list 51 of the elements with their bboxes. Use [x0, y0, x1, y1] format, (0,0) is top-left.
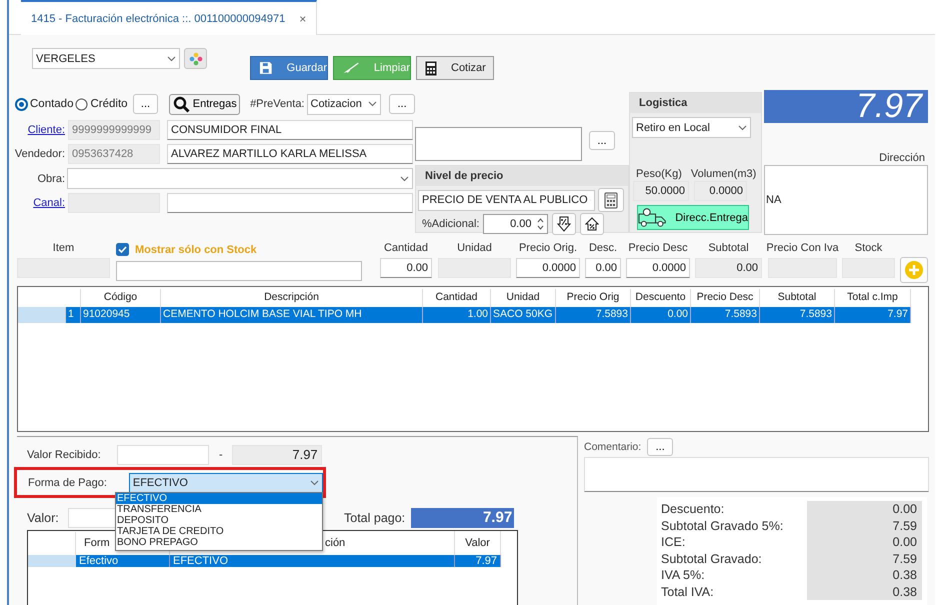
column-label: Stock: [854, 242, 882, 254]
presale-label: #PreVenta:: [250, 98, 304, 110]
volume-label: Volumen(m3): [690, 168, 756, 180]
total-paid-display: 7.97: [411, 508, 514, 528]
column-label: Cantidad: [384, 242, 428, 254]
minus-sign: -: [219, 448, 223, 460]
table-cell: Efectivo: [76, 555, 170, 567]
table-cell: 0.00: [631, 307, 691, 323]
column-label: Subtotal: [708, 242, 749, 254]
table-cell: 91020945: [81, 307, 161, 323]
total-value: 0.38: [807, 584, 922, 600]
row-number: 1: [66, 307, 81, 323]
total-value: 0.00: [807, 501, 922, 518]
surcharge-label: %Adicional:: [422, 218, 480, 230]
table-cell: 7.97: [835, 307, 911, 323]
total-value: 0.00: [807, 534, 922, 550]
column-label: Unidad: [457, 242, 492, 254]
total-display: 7.97: [764, 90, 928, 123]
total-label: ICE:: [661, 534, 686, 550]
payment-method-label: Forma de Pago:: [28, 476, 107, 488]
table-cell: 7.5893: [556, 307, 631, 323]
column-label: Precio Orig.: [518, 242, 578, 254]
table-cell: CEMENTO HOLCIM BASE VIAL TIPO MH: [161, 307, 423, 323]
total-label: Total IVA:: [661, 584, 715, 600]
address-label: Dirección: [878, 152, 925, 165]
total-label: Subtotal Gravado 5%:: [661, 518, 784, 534]
total-label: Subtotal Gravado:: [661, 550, 763, 567]
table-cell: 7.5893: [691, 307, 760, 323]
amount-label: Valor:: [27, 511, 60, 525]
comment-label: Comentario:: [584, 441, 642, 453]
total-paid-label: Total pago:: [344, 511, 406, 525]
item-label: Item: [52, 242, 74, 254]
panel-title: Nivel de precio: [416, 166, 628, 186]
received-label: Valor Recibido:: [27, 448, 102, 460]
table-cell: 1.00: [423, 307, 491, 323]
weight-label: Peso(Kg): [636, 168, 682, 180]
table-cell: SACO 50KG: [491, 307, 556, 323]
column-label: Desc.: [588, 242, 618, 254]
seller-label: Vendedor:: [14, 148, 65, 160]
total-label: Descuento:: [661, 501, 726, 518]
table-cell: 7.97: [455, 555, 501, 567]
table-cell: EFECTIVO: [170, 555, 455, 567]
total-value: 7.59: [807, 550, 922, 567]
project-label: Obra:: [37, 172, 65, 184]
total-label: IVA 5%:: [661, 567, 706, 584]
panel-title: Logistica: [630, 93, 761, 113]
total-value: 7.59: [807, 518, 922, 534]
total-value: 0.38: [807, 567, 922, 584]
column-label: Precio Con Iva: [766, 242, 839, 254]
column-label: Precio Desc: [628, 242, 688, 254]
table-cell: 7.5893: [760, 307, 835, 323]
